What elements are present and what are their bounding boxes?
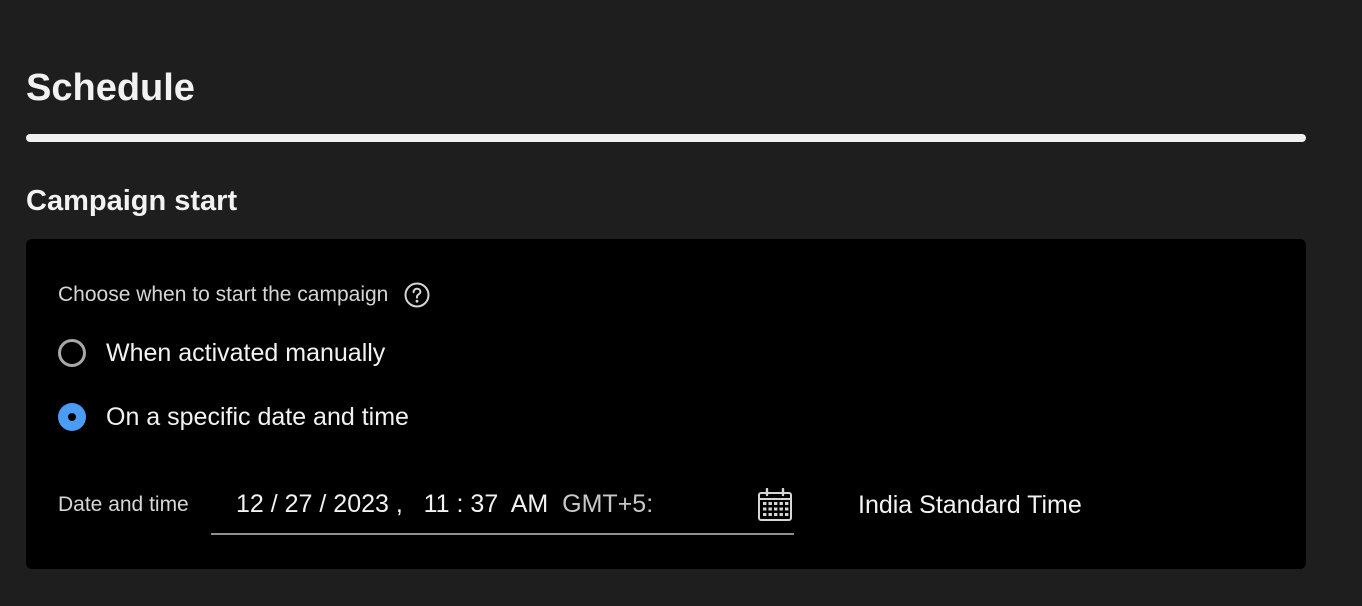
radio-option-manual[interactable]: When activated manually xyxy=(58,337,385,369)
campaign-start-panel: Choose when to start the campaign When a… xyxy=(26,239,1306,569)
date-time-text[interactable]: 12 / 27 / 2023 , 11 : 37 AM xyxy=(236,490,548,518)
gmt-offset-text[interactable]: GMT+5:30 xyxy=(562,490,654,518)
radio-option-specific-date[interactable]: On a specific date and time xyxy=(58,401,409,433)
date-time-input[interactable]: 12 / 27 / 2023 , 11 : 37 AM GMT+5:30 xyxy=(211,479,794,535)
campaign-start-title: Campaign start xyxy=(26,185,238,217)
section-divider xyxy=(26,134,1306,142)
radio-button-specific-date[interactable] xyxy=(58,403,86,431)
help-circle-icon[interactable] xyxy=(404,282,430,308)
schedule-page: Schedule Campaign start Choose when to s… xyxy=(0,0,1362,606)
timezone-name: India Standard Time xyxy=(858,491,1082,519)
section-title: Schedule xyxy=(26,67,195,109)
date-time-label: Date and time xyxy=(58,493,189,516)
radio-label-specific-date: On a specific date and time xyxy=(106,403,409,431)
date-time-value[interactable]: 12 / 27 / 2023 , 11 : 37 AM GMT+5:30 xyxy=(236,488,654,520)
start-question: Choose when to start the campaign xyxy=(58,281,430,309)
radio-button-manual[interactable] xyxy=(58,339,86,367)
calendar-icon[interactable] xyxy=(757,487,793,522)
start-question-label: Choose when to start the campaign xyxy=(58,283,389,306)
radio-label-manual: When activated manually xyxy=(106,339,386,367)
